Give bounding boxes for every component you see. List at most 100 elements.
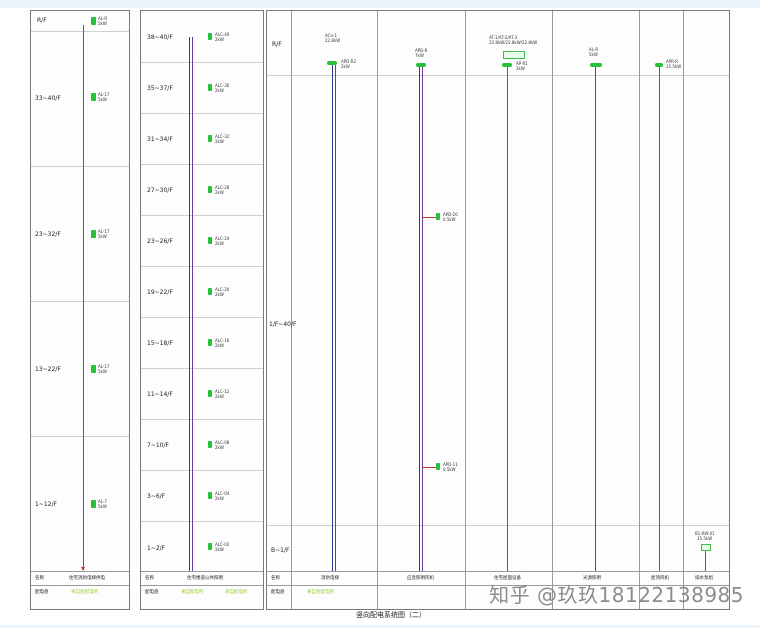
floor-label: 15~18/F <box>147 340 173 347</box>
floor-label: 27~30/F <box>147 187 173 194</box>
column-divider <box>683 11 684 609</box>
column-divider <box>377 11 378 609</box>
feeder-arrow <box>81 567 85 571</box>
panel-rating: 0.5kW <box>443 467 456 472</box>
row-divider <box>141 62 263 63</box>
floor-label: 31~34/F <box>147 136 173 143</box>
row-divider <box>141 419 263 420</box>
riser-line <box>192 37 193 571</box>
column-divider <box>639 11 640 609</box>
panel-rating: 2kW <box>215 394 224 399</box>
floor-label: 13~22/F <box>35 366 61 373</box>
panel-node <box>208 135 212 142</box>
panel-node <box>91 93 96 101</box>
floor-label: 7~10/F <box>147 442 169 449</box>
panel-node <box>91 17 96 25</box>
floor-label: 11~14/F <box>147 391 173 398</box>
footer-name: 消防电梯 <box>321 575 339 580</box>
column-divider <box>291 11 292 609</box>
panel-rating: 2kW <box>215 241 224 246</box>
panel-rating: 2kW <box>215 190 224 195</box>
row-divider <box>141 521 263 522</box>
floor-label: 1~2/F <box>147 545 166 552</box>
sheet-1: R/F 33~40/F 23~32/F 13~22/F 1~12/F AL-R … <box>30 10 130 610</box>
panel-rating: 5kW <box>98 21 107 26</box>
panel-rating: 15.5kW <box>666 64 682 69</box>
panel-rating: 2kW <box>215 88 224 93</box>
switchgear-box <box>701 544 711 551</box>
floor-label: R/F <box>37 17 47 24</box>
floor-label: 1~12/F <box>35 501 57 508</box>
row-divider <box>141 585 263 586</box>
panel-node <box>436 463 440 470</box>
panel-rating: 2kW <box>215 139 224 144</box>
panel-node <box>208 492 212 499</box>
feeder-line <box>659 67 660 571</box>
column-divider <box>465 11 466 609</box>
row-divider <box>31 166 129 167</box>
floor-label: 35~37/F <box>147 85 173 92</box>
row-divider <box>141 470 263 471</box>
feeder-line <box>422 67 423 571</box>
row-divider <box>31 585 129 586</box>
panel-node <box>208 390 212 397</box>
row-divider <box>141 215 263 216</box>
panel-node <box>208 543 212 550</box>
floor-label: 23~32/F <box>35 231 61 238</box>
panel-node <box>208 237 212 244</box>
panel-rating: 2kW <box>215 292 224 297</box>
row-divider <box>31 301 129 302</box>
panel-rating: 2kW <box>215 445 224 450</box>
feeder-line <box>507 67 508 571</box>
top-band <box>0 0 760 8</box>
footer-label: 配电盘 <box>35 589 49 594</box>
floor-label: R/F <box>272 41 282 48</box>
footer-label: 名称 <box>145 575 154 580</box>
watermark: 知乎 @玖玖18122138985 <box>489 583 744 607</box>
panel-rating: 2kW <box>215 37 224 42</box>
feeder-line <box>419 67 420 571</box>
row-divider <box>141 368 263 369</box>
feeder-line <box>332 65 333 571</box>
row-divider <box>141 571 263 572</box>
panel-rating: 2kW <box>215 496 224 501</box>
panel-node <box>416 63 426 67</box>
footer-source: 来自变配电所 <box>307 589 334 594</box>
footer-label: 名称 <box>35 575 44 580</box>
panel-node <box>208 84 212 91</box>
panel-rating: 2kW <box>215 343 224 348</box>
panel-node <box>436 213 440 220</box>
panel-node <box>208 288 212 295</box>
panel-node <box>91 365 96 373</box>
footer-name: 住宅楼道公共照明 <box>187 575 223 580</box>
row-divider <box>141 164 263 165</box>
sheet-3: R/F 1/F~40/F B~1/F ACn-1 22.8kW APD-R2 2… <box>266 10 730 610</box>
branch-line <box>422 217 436 218</box>
panel-node <box>208 33 212 40</box>
panel-rating: 2kW <box>341 64 350 69</box>
panel-node <box>208 339 212 346</box>
footer-source: 来自配电所 <box>225 589 248 594</box>
row-divider <box>267 571 729 572</box>
row-divider <box>31 571 129 572</box>
footer-name: 住宅消防电梯供电 <box>69 575 105 580</box>
feeder-line <box>595 67 596 571</box>
floor-label: 23~26/F <box>147 238 173 245</box>
column-divider <box>552 11 553 609</box>
feeder-line <box>83 25 84 570</box>
panel-rating: 5kW <box>589 52 598 57</box>
footer-label: 配电盘 <box>145 589 159 594</box>
panel-node <box>91 500 96 508</box>
panel-rating: 5kW <box>98 369 107 374</box>
floor-label: 19~22/F <box>147 289 173 296</box>
panel-rating: 0.5kW <box>443 217 456 222</box>
footer-label: 名称 <box>271 575 280 580</box>
row-divider <box>31 31 129 32</box>
panel-rating: 5kW <box>98 97 107 102</box>
floor-label: 33~40/F <box>35 95 61 102</box>
row-divider <box>141 113 263 114</box>
row-divider <box>141 266 263 267</box>
panel-node <box>208 186 212 193</box>
row-divider <box>31 436 129 437</box>
footer-label: 配电盘 <box>271 589 285 594</box>
